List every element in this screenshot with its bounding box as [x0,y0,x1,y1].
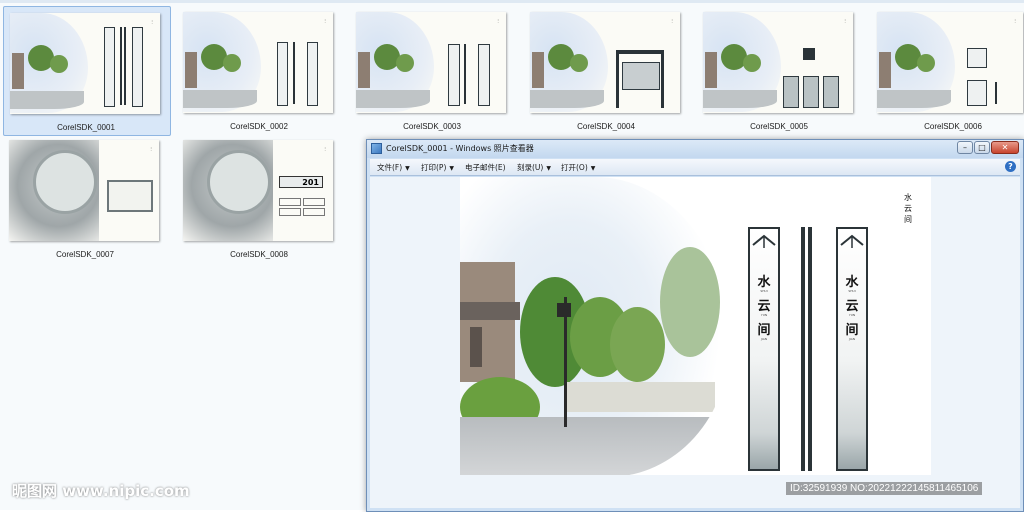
thumbnail-tile-4[interactable]: ⋮ CorelSDK_0004 [524,6,690,134]
sign-pole [801,227,805,471]
thumbnail-caption: CorelSDK_0002 [230,122,288,131]
thumbnail-tile-1[interactable]: ⋮ CorelSDK_0001 [3,6,171,136]
window-title: CorelSDK_0001 - Windows 照片查看器 [386,144,534,153]
thumbnail-caption: CorelSDK_0005 [750,122,808,131]
scenery-photo [460,177,730,475]
menu-open[interactable]: 打开(O) ▼ [561,162,595,173]
thumbnail-image-8: 201 ⋮ [183,140,333,241]
thumbnail-image-4: ⋮ [530,12,680,113]
thumbnail-caption: CorelSDK_0006 [924,122,982,131]
sign-pillar-right: 水 SHUI 云 YUN 间 JIAN [836,227,868,471]
menu-file-label: 文件(F) [377,163,403,172]
help-icon[interactable]: ? [1005,161,1016,172]
minimize-button[interactable]: – [957,141,973,154]
sign-pinyin: YUN [760,313,768,317]
thumbnail-image-5: ⋮ [703,12,853,113]
corner-logo: 水 云 间 [900,192,916,252]
displayed-image: 水 SHUI 云 YUN 间 JIAN 水 SHUI 云 YUN 间 JIAN … [460,177,931,475]
explorer-top-border [0,0,1024,3]
menu-burn[interactable]: 刻录(U) ▼ [517,162,551,173]
thumbnail-tile-8[interactable]: 201 ⋮ CorelSDK_0008 [177,134,343,262]
menu-open-label: 打开(O) [561,163,588,172]
photo-viewer-app-icon [371,143,382,154]
chevron-down-icon: ▼ [405,165,410,172]
menu-file[interactable]: 文件(F) ▼ [377,162,410,173]
thumbnail-caption: CorelSDK_0004 [577,122,635,131]
sign-char: 水 [845,275,859,290]
maximize-button[interactable]: □ [974,141,990,154]
thumbnail-caption: CorelSDK_0007 [56,250,114,259]
menu-print[interactable]: 打印(P) ▼ [421,162,454,173]
roof-ornament-icon [840,234,864,248]
sign-pinyin: JIAN [848,337,856,341]
site-watermark: 昵图网 www.nipic.com [12,482,190,500]
sign-pinyin: JIAN [760,337,768,341]
sign-pillar-left: 水 SHUI 云 YUN 间 JIAN [748,227,780,471]
menu-print-label: 打印(P) [421,163,447,172]
roof-ornament-icon [752,234,776,248]
thumbnail-tile-3[interactable]: ⋮ CorelSDK_0003 [350,6,516,134]
seal-char: 云 [904,204,912,213]
title-bar[interactable]: CorelSDK_0001 - Windows 照片查看器 – □ ✕ [367,140,1023,158]
chevron-down-icon: ▼ [449,165,454,172]
chevron-down-icon: ▼ [546,165,551,172]
sign-char: 间 [757,323,771,338]
thumbnail-caption: CorelSDK_0001 [57,123,115,132]
thumbnail-tile-2[interactable]: ⋮ CorelSDK_0002 [177,6,343,134]
thumbnail-image-1: ⋮ [10,13,160,114]
sign-char: 云 [845,299,859,314]
sign-pinyin: YUN [848,313,856,317]
menu-email-label: 电子邮件(E) [465,163,506,172]
thumbnail-image-7: ⋮ [9,140,159,241]
thumbnail-caption: CorelSDK_0008 [230,250,288,259]
image-viewport[interactable]: 水 SHUI 云 YUN 间 JIAN 水 SHUI 云 YUN 间 JIAN … [370,177,1020,508]
sign-char: 云 [757,299,771,314]
thumbnail-image-3: ⋮ [356,12,506,113]
menu-bar: 文件(F) ▼ 打印(P) ▼ 电子邮件(E) 刻录(U) ▼ 打开(O) ▼ ? [370,159,1020,176]
sign-pinyin: SHUI [848,289,856,293]
photo-viewer-window[interactable]: CorelSDK_0001 - Windows 照片查看器 – □ ✕ 文件(F… [366,139,1024,512]
close-button[interactable]: ✕ [991,141,1019,154]
seal-char: 间 [904,215,912,224]
seal-char: 水 [904,193,912,202]
thumbnail-tile-6[interactable]: ⋮ CorelSDK_0006 [871,6,1024,134]
thumbnail-tile-5[interactable]: ⋮ CorelSDK_0005 [697,6,863,134]
thumbnail-caption: CorelSDK_0003 [403,122,461,131]
thumbnail-image-2: ⋮ [183,12,333,113]
sign-pinyin: SHUI [760,289,768,293]
menu-email[interactable]: 电子邮件(E) [465,162,506,173]
menu-burn-label: 刻录(U) [517,163,544,172]
thumbnail-tile-7[interactable]: ⋮ CorelSDK_0007 [3,134,169,262]
chevron-down-icon: ▼ [590,165,596,172]
sign-pole [808,227,812,471]
image-id-watermark: ID:32591939 NO:20221222145811465106 [786,482,983,495]
sign-char: 水 [757,275,771,290]
room-number-plate: 201 [279,176,323,188]
sign-char: 间 [845,323,859,338]
thumbnail-image-6: ⋮ [877,12,1023,113]
